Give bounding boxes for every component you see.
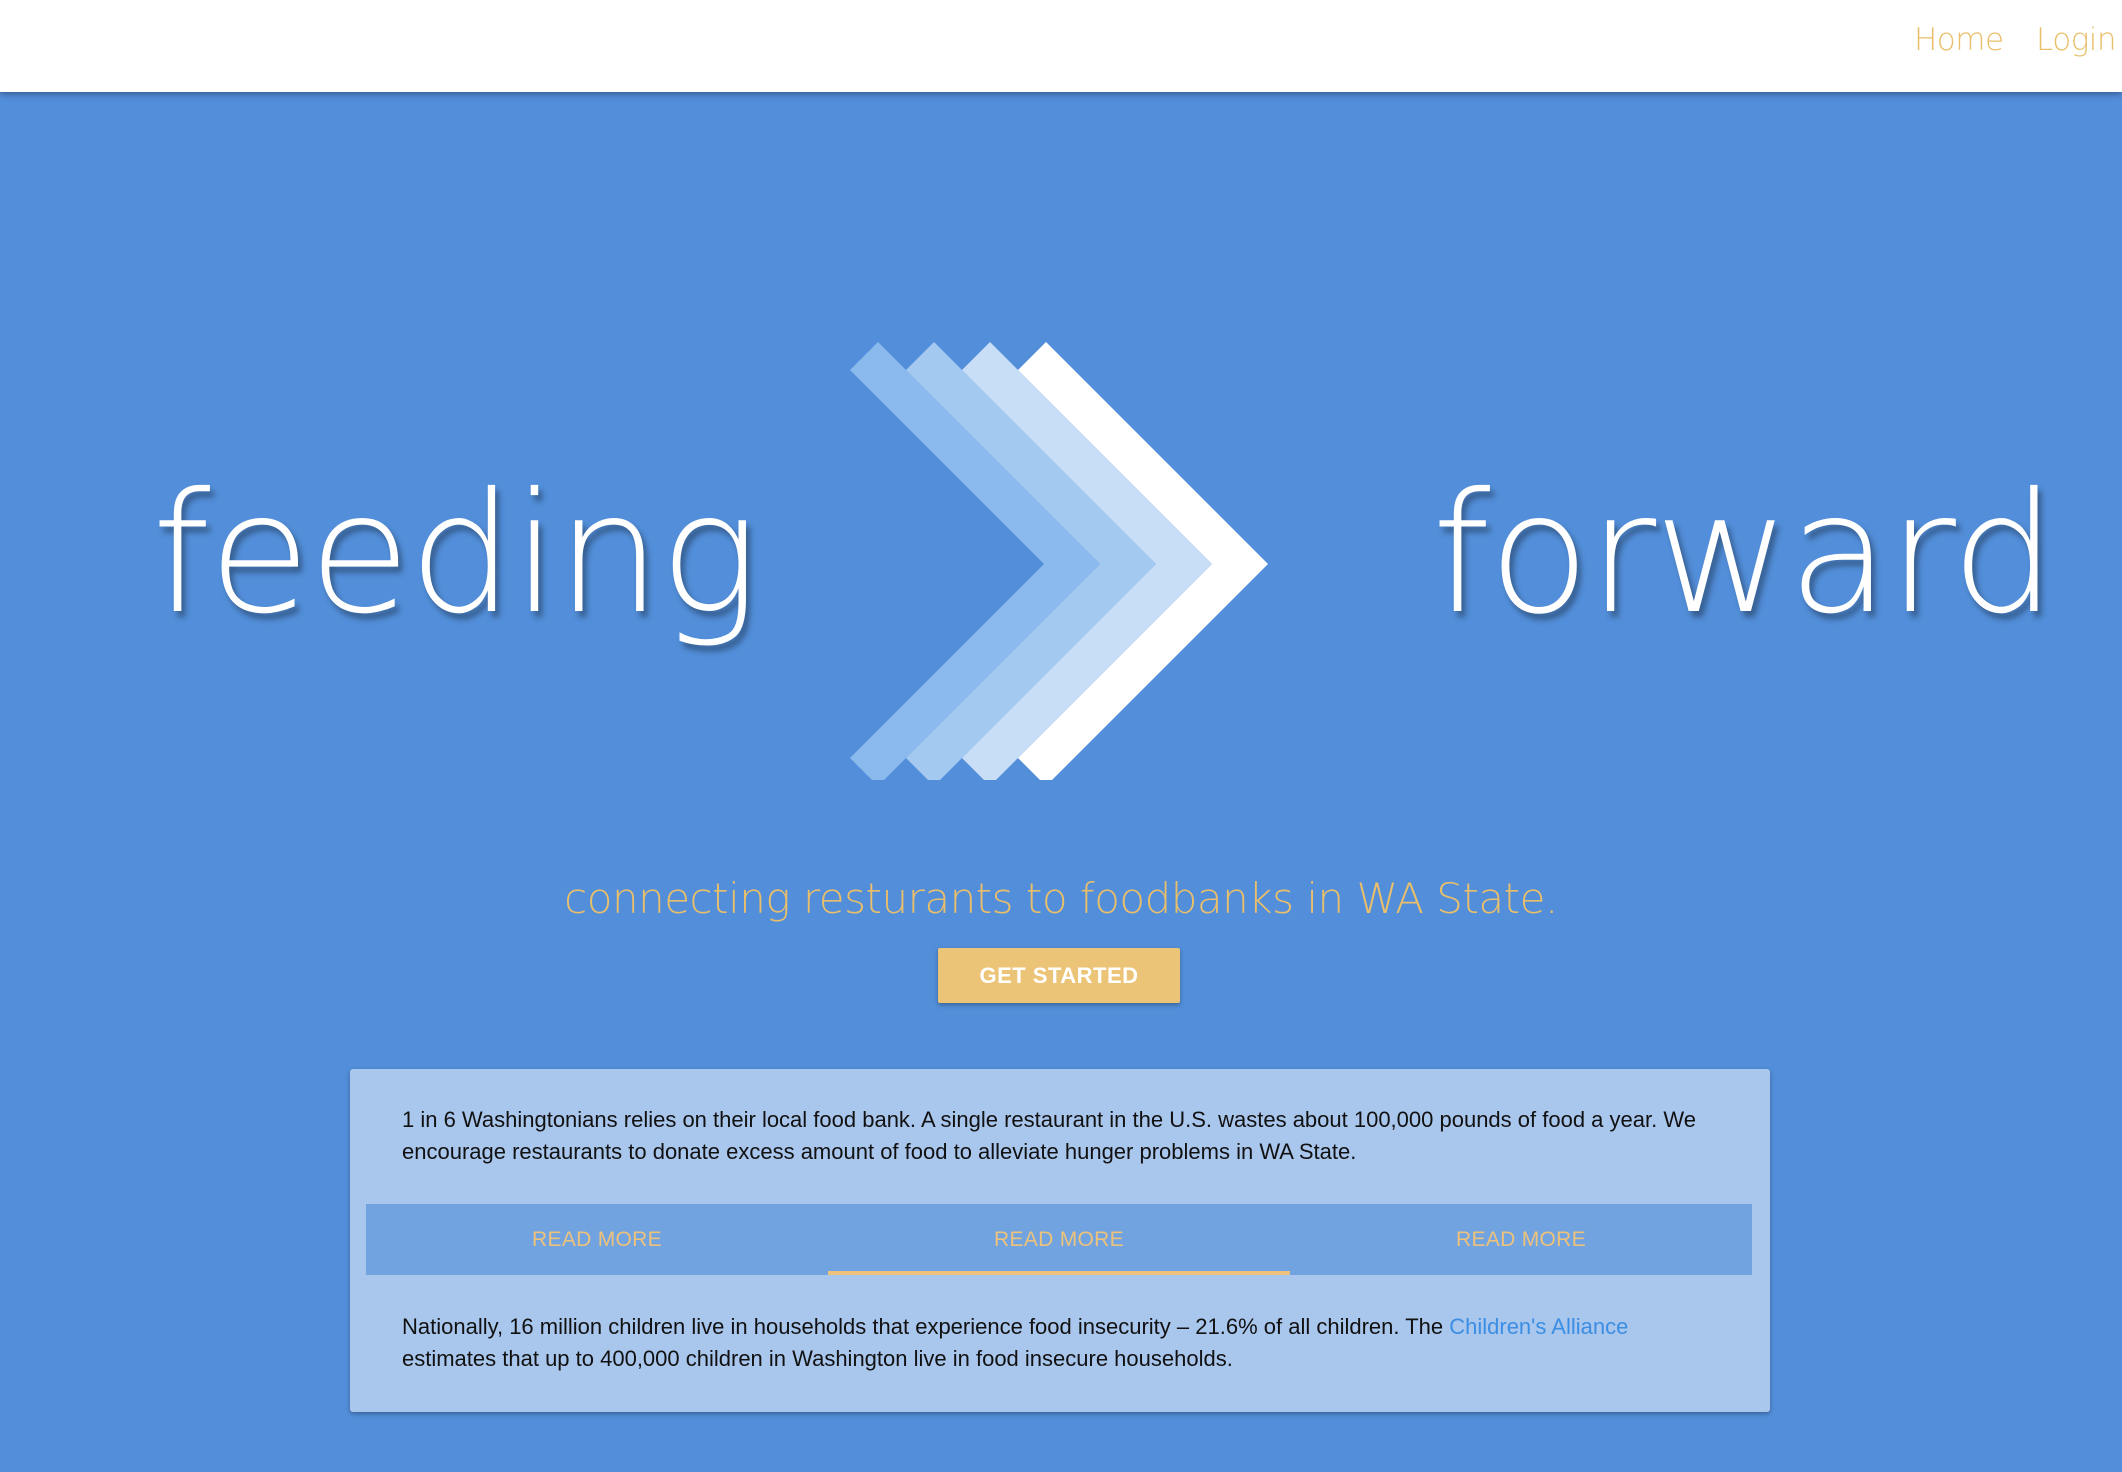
get-started-button[interactable]: GET STARTED [938,948,1180,1003]
read-more-tabs: READ MORE READ MORE READ MORE [366,1204,1752,1275]
childrens-alliance-link[interactable]: Children's Alliance [1449,1314,1628,1339]
intro-text: 1 in 6 Washingtonians relies on their lo… [402,1107,1696,1164]
detail-text-after: estimates that up to 400,000 children in… [402,1346,1233,1371]
detail-text: Nationally, 16 million children live in … [402,1311,1722,1375]
info-card: 1 in 6 Washingtonians relies on their lo… [350,1069,1770,1412]
nav-home-link[interactable]: Home [1914,22,2004,58]
top-navbar: Home Login [0,0,2122,92]
tab-read-more-1[interactable]: READ MORE [366,1204,828,1275]
hero-word-feeding: feeding [152,458,759,651]
tagline: connecting resturants to foodbanks in WA… [564,874,1558,923]
hero-word-forward: forward [1432,458,2056,651]
detail-text-before: Nationally, 16 million children live in … [402,1314,1450,1339]
tab-read-more-2[interactable]: READ MORE [828,1204,1290,1275]
chevron-arrows-icon [850,342,1268,780]
tab-read-more-3[interactable]: READ MORE [1290,1204,1752,1275]
nav-login-link[interactable]: Login [2036,22,2117,58]
